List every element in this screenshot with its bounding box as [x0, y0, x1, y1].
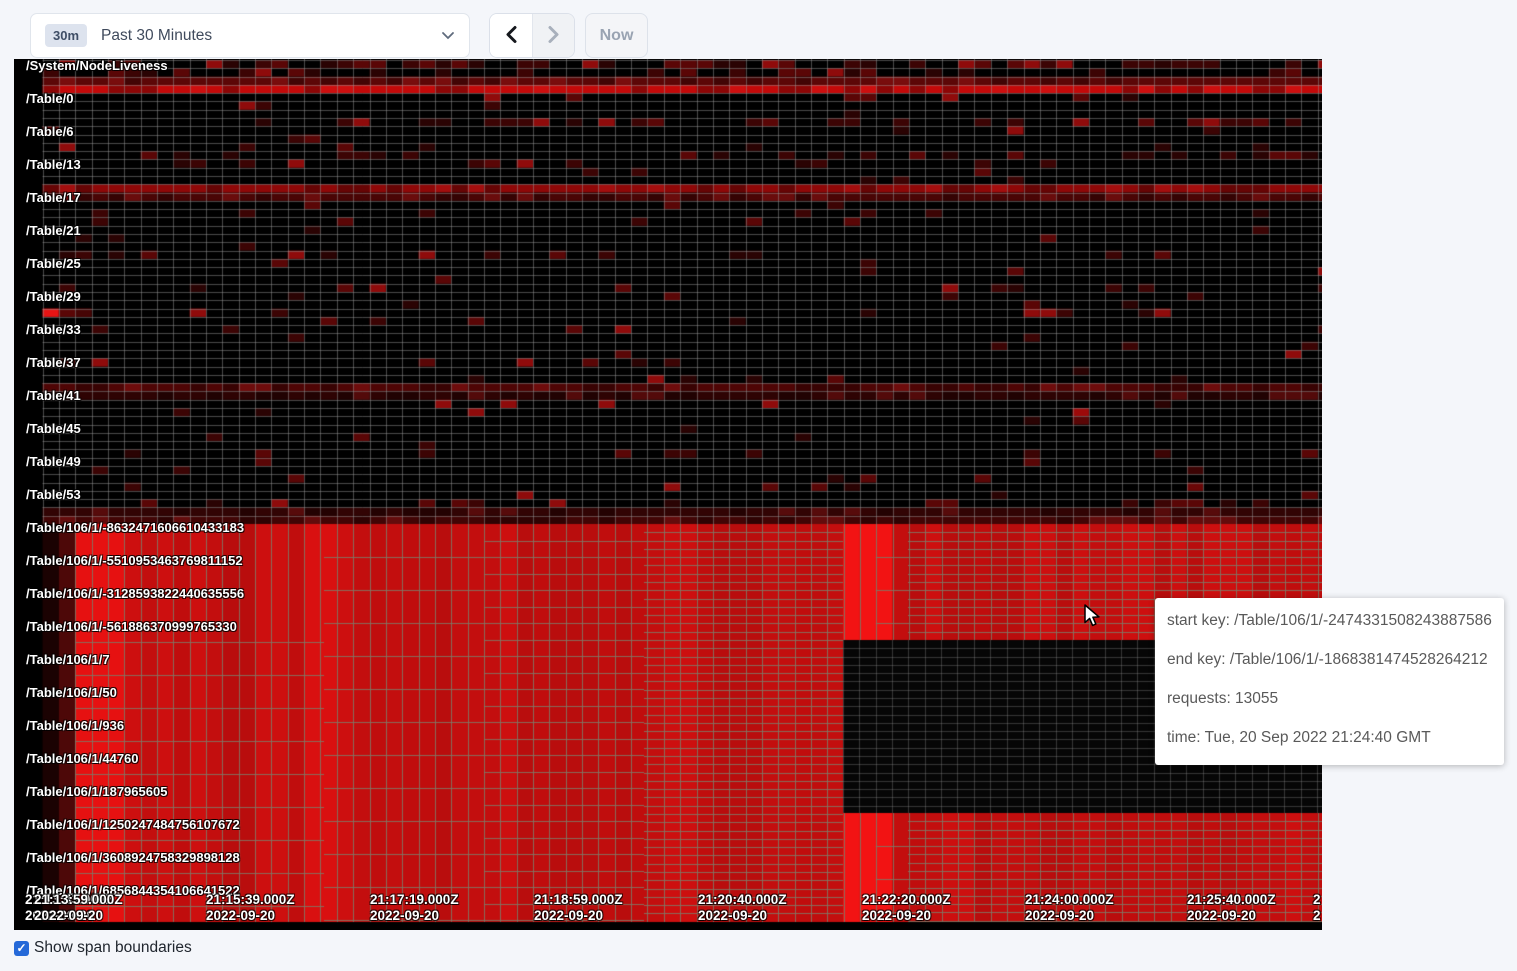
now-button[interactable]: Now: [585, 13, 648, 58]
span-boundaries-checkbox[interactable]: ✓: [14, 941, 29, 956]
row-label: /Table/37: [26, 355, 81, 370]
chevron-left-icon: [505, 25, 518, 47]
x-axis-label: 21:20:40.000Z2022-09-20: [698, 892, 787, 924]
x-axis-label: 21:24:00.000Z2022-09-20: [1025, 892, 1114, 924]
heatmap-tooltip: start key: /Table/106/1/-247433150824388…: [1155, 598, 1504, 765]
x-axis-label: 21:17:19.000Z2022-09-20: [370, 892, 459, 924]
x-axis-label: 22: [1313, 892, 1321, 924]
x-axis-label: 21:18:59.000Z2022-09-20: [534, 892, 623, 924]
key-visualizer: start key: /Table/106/1/-247433150824388…: [14, 59, 1322, 930]
prev-time-button[interactable]: [490, 14, 532, 57]
row-label: /Table/106/1/1250247484756107672: [26, 817, 240, 832]
row-label: /Table/106/1/-5510953463769811152: [26, 553, 243, 568]
row-label: /Table/29: [26, 289, 81, 304]
chevron-down-icon: [441, 27, 455, 45]
row-label: /Table/13: [26, 157, 81, 172]
row-label: /Table/106/1/-3128593822440635556: [26, 586, 244, 601]
row-label: /Table/45: [26, 421, 81, 436]
row-label: /Table/41: [26, 388, 81, 403]
row-label: /Table/106/1/936: [26, 718, 124, 733]
row-label: /Table/0: [26, 91, 73, 106]
row-label: /Table/106/1/3608924758329898128: [26, 850, 240, 865]
row-label: /Table/49: [26, 454, 81, 469]
row-label: /Table/106/1/7: [26, 652, 110, 667]
next-time-button[interactable]: [532, 14, 574, 57]
row-label: /Table/17: [26, 190, 81, 205]
x-axis-label: 21:15:39.000Z2022-09-20: [206, 892, 295, 924]
row-label: /Table/53: [26, 487, 81, 502]
tooltip-start-key: start key: /Table/106/1/-247433150824388…: [1167, 612, 1494, 630]
span-boundaries-label: Show span boundaries: [34, 939, 192, 957]
x-axis-label: 21:25:40.000Z2022-09-20: [1187, 892, 1276, 924]
key-visualizer-heatmap[interactable]: [14, 59, 1322, 930]
time-window-select[interactable]: 30m Past 30 Minutes: [30, 13, 470, 58]
tooltip-time: time: Tue, 20 Sep 2022 21:24:40 GMT: [1167, 729, 1494, 747]
time-window-badge: 30m: [45, 24, 87, 47]
row-label: /Table/106/1/187965605: [26, 784, 167, 799]
chevron-right-icon: [547, 25, 560, 47]
row-label: /Table/21: [26, 223, 81, 238]
time-pager: [489, 13, 575, 58]
row-label: /Table/33: [26, 322, 81, 337]
row-label: /Table/106/1/50: [26, 685, 117, 700]
heatmap-options: ✓ Show span boundaries: [14, 939, 1517, 957]
row-label: /Table/106/1/-8632471606610433183: [26, 520, 244, 535]
tooltip-end-key: end key: /Table/106/1/-18683814745282642…: [1167, 651, 1494, 669]
x-axis-label: 21:22:20.000Z2022-09-20: [862, 892, 951, 924]
mouse-cursor-icon: [1083, 604, 1103, 632]
row-label: /Table/106/1/-561886370999765330: [26, 619, 237, 634]
time-window-label: Past 30 Minutes: [101, 27, 441, 45]
row-label: /Table/25: [26, 256, 81, 271]
tooltip-requests: requests: 13055: [1167, 690, 1494, 708]
x-axis-label: 21:13:59.000Z2022-09-20: [34, 892, 123, 924]
row-label: /Table/106/1/44760: [26, 751, 139, 766]
row-label: /Table/6: [26, 124, 73, 139]
toolbar: 30m Past 30 Minutes Now: [0, 0, 1517, 59]
row-label: /System/NodeLiveness: [26, 58, 168, 73]
